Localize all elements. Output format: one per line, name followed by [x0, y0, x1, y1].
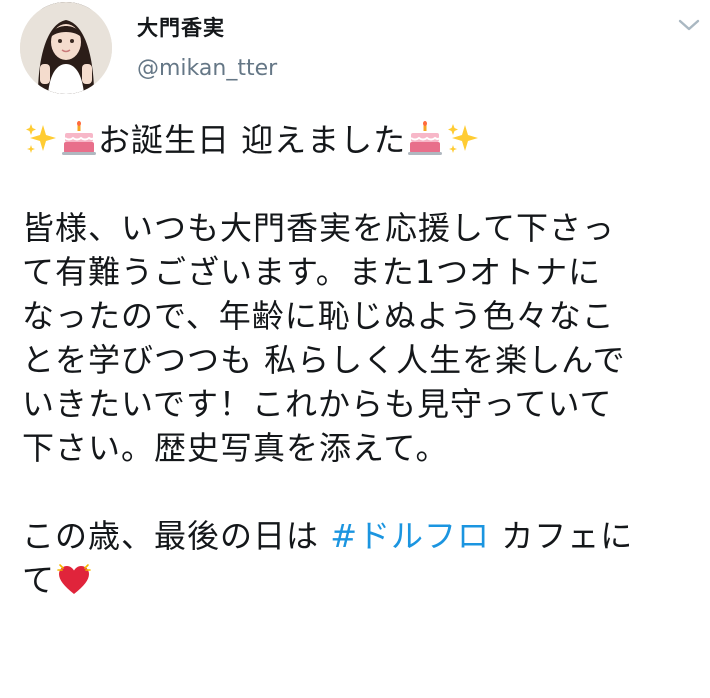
tweet-text: お誕生日 迎えました 皆様、いつも大門香実を応援して下さっ て有難うございます。…: [22, 118, 702, 602]
growing-heart-icon: [56, 561, 92, 597]
chevron-down-icon[interactable]: [676, 14, 702, 36]
sparkles-icon: [23, 121, 59, 157]
text-segment: カフェに: [490, 517, 634, 555]
tweet-line: て: [22, 558, 702, 602]
hashtag-link[interactable]: #ドルフロ: [330, 517, 490, 555]
tweet-line: いきたいです！これからも見守っていて: [22, 385, 613, 423]
tweet-line: この歳、最後の日は #ドルフロ カフェに: [22, 514, 702, 558]
greeting-text: お誕生日 迎えました: [98, 121, 407, 159]
tweet-line: とを学びつつも 私らしく人生を楽しんで: [22, 341, 626, 379]
tweet-line: お誕生日 迎えました: [22, 118, 702, 162]
tweet-line: 下さい。歴史写真を添えて。: [22, 429, 449, 467]
birthday-cake-icon: [407, 121, 443, 157]
display-name[interactable]: 大門香実: [137, 12, 225, 42]
sparkles-icon: [445, 121, 481, 157]
tweet-line: て有難うございます。また1つオトナに: [22, 253, 602, 291]
tweet-line: 皆様、いつも大門香実を応援して下さっ: [22, 209, 616, 247]
tweet-line: なったので、年齢に恥じぬよう色々なこ: [22, 297, 615, 335]
text-segment: て: [22, 561, 56, 599]
user-handle[interactable]: @mikan_tter: [137, 56, 277, 81]
avatar[interactable]: [20, 2, 112, 94]
birthday-cake-icon: [61, 121, 97, 157]
tweet-card: 大門香実 @mikan_tter お誕生日 迎えました 皆様、いつも大門香実を応…: [0, 0, 710, 698]
text-segment: この歳、最後の日は: [22, 517, 331, 555]
